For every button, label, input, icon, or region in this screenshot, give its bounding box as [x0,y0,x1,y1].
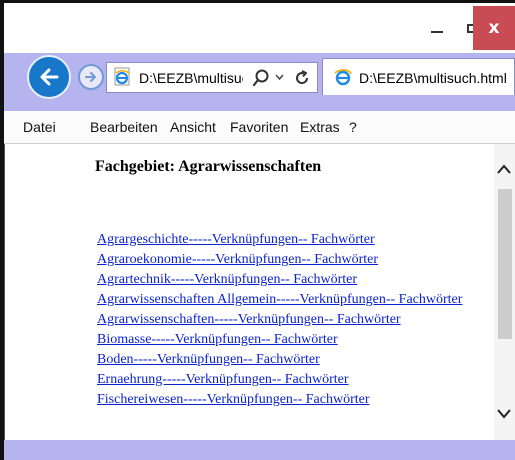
link-agrargeschichte[interactable]: Agrargeschichte-----Verknüpfungen-- Fach… [97,232,375,247]
link-biomasse[interactable]: Biomasse-----Verknüpfungen-- Fachwörter [97,332,338,347]
menu-favoriten[interactable]: Favoriten [230,119,288,135]
ie-page-icon [114,67,130,86]
scroll-down-icon[interactable] [497,409,511,419]
link-agraroekonomie[interactable]: Agraroekonomie-----Verknüpfungen-- Fachw… [97,252,378,267]
list-item: Agrargeschichte-----Verknüpfungen-- Fach… [97,229,462,249]
minimize-icon [431,31,443,33]
menu-datei[interactable]: Datei [23,119,56,135]
title-bar: x [4,3,515,53]
menu-extras[interactable]: Extras [300,119,340,135]
list-item: Agrarwissenschaften-----Verknüpfungen-- … [97,309,462,329]
window-bottom-border [4,440,515,460]
menu-bearbeiten[interactable]: Bearbeiten [90,119,158,135]
back-button[interactable] [27,55,71,99]
menu-help[interactable]: ? [349,119,357,135]
menu-bar: Datei Bearbeiten Ansicht Favoriten Extra… [4,111,515,144]
link-ernaehrung[interactable]: Ernaehrung-----Verknüpfungen-- Fachwörte… [97,372,349,387]
refresh-icon[interactable] [293,69,311,87]
list-item: Agrartechnik-----Verknüpfungen-- Fachwör… [97,269,462,289]
page-heading: Fachgebiet: Agrarwissenschaften [95,158,322,175]
chevron-down-icon[interactable] [275,74,284,81]
close-button[interactable]: x [473,6,515,50]
list-item: Biomasse-----Verknüpfungen-- Fachwörter [97,329,462,349]
vertical-scrollbar[interactable] [494,144,515,440]
forward-button[interactable] [78,64,104,90]
list-item: Boden-----Verknüpfungen-- Fachwörter [97,349,462,369]
tab-title: D:\EEZB\multisuch.html [359,70,507,86]
navigation-bar: D:\EEZB\multisuch D:\EEZB\multisuch.html [4,53,515,111]
address-text: D:\EEZB\multisuch [139,70,243,86]
link-boden[interactable]: Boden-----Verknüpfungen-- Fachwörter [97,352,320,367]
scroll-thumb[interactable] [498,189,512,339]
address-bar[interactable]: D:\EEZB\multisuch [106,62,318,93]
tab-active[interactable]: D:\EEZB\multisuch.html [322,58,515,95]
search-icon[interactable] [252,69,270,87]
list-item: Fischereiwesen-----Verknüpfungen-- Fachw… [97,389,462,409]
close-icon: x [488,18,500,38]
link-agrarwissenschaften[interactable]: Agrarwissenschaften-----Verknüpfungen-- … [97,312,401,327]
back-arrow-icon [40,68,59,86]
link-agrartechnik[interactable]: Agrartechnik-----Verknüpfungen-- Fachwör… [97,272,357,287]
link-list: Agrargeschichte-----Verknüpfungen-- Fach… [97,229,462,409]
scroll-up-icon[interactable] [497,164,511,174]
ie-tab-icon [334,69,352,86]
page-content: Fachgebiet: Agrarwissenschaften Agrarges… [4,144,494,440]
list-item: Ernaehrung-----Verknüpfungen-- Fachwörte… [97,369,462,389]
link-fischereiwesen[interactable]: Fischereiwesen-----Verknüpfungen-- Fachw… [97,392,370,407]
list-item: Agrarwissenschaften Allgemein-----Verknü… [97,289,462,309]
list-item: Agraroekonomie-----Verknüpfungen-- Fachw… [97,249,462,269]
menu-ansicht[interactable]: Ansicht [170,119,216,135]
forward-arrow-icon [85,72,96,82]
link-agrarwissenschaften-allgemein[interactable]: Agrarwissenschaften Allgemein-----Verknü… [97,292,462,307]
